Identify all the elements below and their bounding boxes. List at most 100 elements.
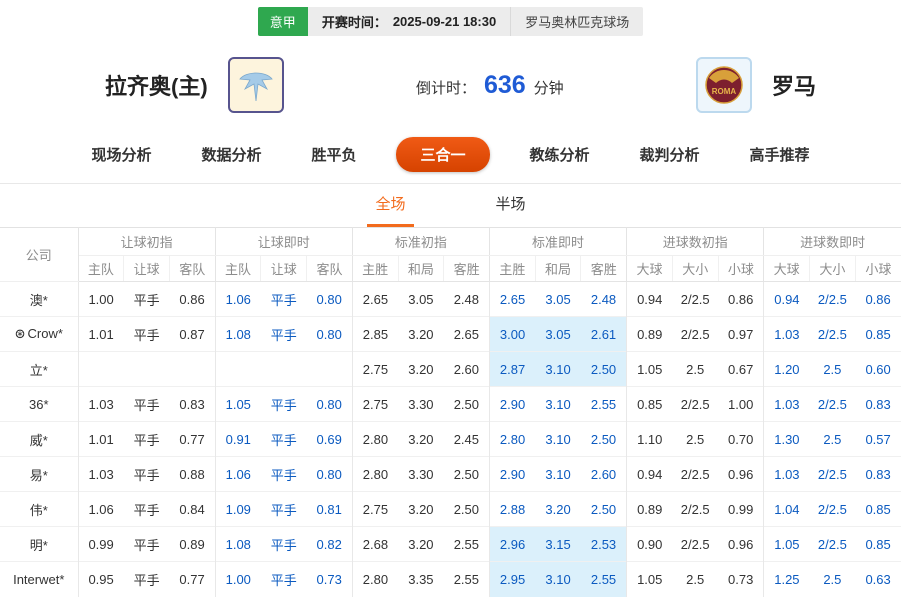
odds-cell[interactable]: 2/2.5 (672, 492, 718, 527)
company-cell[interactable]: 36* (0, 387, 78, 422)
nav-tab-3[interactable]: 三合一 (396, 137, 489, 172)
odds-cell[interactable]: 1.05 (627, 562, 673, 597)
odds-cell[interactable]: 1.03 (764, 317, 810, 352)
odds-cell[interactable]: 1.30 (764, 422, 810, 457)
odds-cell[interactable]: 2.80 (352, 562, 398, 597)
company-cell[interactable]: Interwet* (0, 562, 78, 597)
odds-cell[interactable]: 0.89 (627, 492, 673, 527)
odds-cell[interactable]: 1.25 (764, 562, 810, 597)
odds-cell[interactable]: 2.65 (489, 282, 535, 317)
odds-cell[interactable]: 2/2.5 (672, 387, 718, 422)
odds-cell[interactable]: 2/2.5 (810, 527, 856, 562)
odds-cell[interactable]: 1.08 (215, 317, 261, 352)
odds-cell[interactable]: 0.73 (718, 562, 764, 597)
odds-cell[interactable]: 2.55 (581, 387, 627, 422)
nav-tab-2[interactable]: 胜平负 (301, 138, 366, 171)
odds-cell[interactable]: 0.70 (718, 422, 764, 457)
odds-cell[interactable]: 2.50 (581, 352, 627, 387)
odds-cell[interactable]: 0.77 (169, 562, 215, 597)
odds-cell[interactable]: 平手 (124, 457, 170, 492)
odds-cell[interactable]: 0.57 (855, 422, 901, 457)
odds-cell[interactable]: 2.88 (489, 492, 535, 527)
odds-cell[interactable]: 平手 (124, 422, 170, 457)
odds-cell[interactable]: 3.20 (535, 492, 581, 527)
odds-cell[interactable]: 0.85 (855, 492, 901, 527)
odds-cell[interactable]: 3.10 (535, 562, 581, 597)
odds-cell[interactable]: 2.90 (489, 387, 535, 422)
odds-cell[interactable]: 1.06 (215, 282, 261, 317)
odds-cell[interactable]: 0.83 (169, 387, 215, 422)
odds-cell[interactable]: 1.03 (764, 387, 810, 422)
odds-cell[interactable]: 0.94 (627, 282, 673, 317)
odds-cell[interactable]: 2/2.5 (672, 527, 718, 562)
odds-cell[interactable]: 0.95 (78, 562, 124, 597)
company-cell[interactable]: 明* (0, 527, 78, 562)
odds-cell[interactable]: 0.82 (307, 527, 353, 562)
odds-cell[interactable]: 1.09 (215, 492, 261, 527)
odds-cell[interactable]: 0.99 (718, 492, 764, 527)
odds-cell[interactable]: 3.20 (398, 527, 444, 562)
nav-tab-1[interactable]: 数据分析 (191, 138, 271, 171)
odds-cell[interactable]: 1.06 (78, 492, 124, 527)
odds-cell[interactable]: 2.50 (444, 387, 490, 422)
odds-cell[interactable]: 3.15 (535, 527, 581, 562)
odds-cell[interactable]: 2/2.5 (672, 317, 718, 352)
odds-cell[interactable]: 0.86 (718, 282, 764, 317)
odds-cell[interactable]: 2.50 (444, 457, 490, 492)
odds-cell[interactable]: 2.53 (581, 527, 627, 562)
odds-cell[interactable]: 1.01 (78, 317, 124, 352)
odds-cell[interactable]: 平手 (124, 492, 170, 527)
odds-cell[interactable]: 0.85 (627, 387, 673, 422)
odds-cell[interactable]: 2.55 (444, 527, 490, 562)
odds-cell[interactable]: 平手 (261, 387, 307, 422)
odds-cell[interactable]: 1.20 (764, 352, 810, 387)
odds-cell[interactable]: 2.87 (489, 352, 535, 387)
odds-cell[interactable]: 2.75 (352, 492, 398, 527)
odds-cell[interactable]: 平手 (124, 317, 170, 352)
odds-cell[interactable]: 2.75 (352, 352, 398, 387)
odds-cell[interactable]: 平手 (261, 562, 307, 597)
odds-cell[interactable]: 0.85 (855, 527, 901, 562)
odds-cell[interactable]: 2.65 (352, 282, 398, 317)
odds-cell[interactable]: 0.96 (718, 457, 764, 492)
odds-cell[interactable]: 0.91 (215, 422, 261, 457)
odds-cell[interactable]: 2.50 (444, 492, 490, 527)
odds-cell[interactable]: 0.96 (718, 527, 764, 562)
odds-cell[interactable]: 2.48 (581, 282, 627, 317)
odds-cell[interactable]: 1.03 (78, 387, 124, 422)
odds-cell[interactable]: 3.30 (398, 457, 444, 492)
odds-cell[interactable]: 平手 (261, 492, 307, 527)
odds-cell[interactable]: 0.67 (718, 352, 764, 387)
odds-cell[interactable]: 2.80 (352, 457, 398, 492)
odds-cell[interactable]: 0.90 (627, 527, 673, 562)
odds-cell[interactable]: 2.96 (489, 527, 535, 562)
odds-cell[interactable]: 平手 (124, 387, 170, 422)
odds-cell[interactable]: 0.80 (307, 317, 353, 352)
odds-cell[interactable]: 2/2.5 (810, 317, 856, 352)
odds-cell[interactable]: 0.83 (855, 457, 901, 492)
odds-cell[interactable]: 2/2.5 (810, 282, 856, 317)
odds-cell[interactable]: 2.80 (352, 422, 398, 457)
odds-cell[interactable]: 1.10 (627, 422, 673, 457)
odds-cell[interactable]: 平手 (124, 282, 170, 317)
odds-cell[interactable]: 0.85 (855, 317, 901, 352)
odds-cell[interactable]: 2.55 (444, 562, 490, 597)
odds-cell[interactable]: 1.03 (764, 457, 810, 492)
odds-cell[interactable]: 2/2.5 (810, 387, 856, 422)
odds-cell[interactable]: 平手 (261, 527, 307, 562)
nav-tab-5[interactable]: 裁判分析 (630, 138, 710, 171)
odds-cell[interactable]: 0.89 (627, 317, 673, 352)
odds-cell[interactable]: 2.95 (489, 562, 535, 597)
nav-tab-0[interactable]: 现场分析 (81, 138, 161, 171)
odds-cell[interactable]: 2.5 (672, 422, 718, 457)
odds-cell[interactable]: 2.75 (352, 387, 398, 422)
odds-cell[interactable]: 0.80 (307, 282, 353, 317)
odds-cell[interactable]: 3.05 (398, 282, 444, 317)
odds-cell[interactable]: 3.05 (535, 282, 581, 317)
company-cell[interactable]: 伟* (0, 492, 78, 527)
company-cell[interactable]: 易* (0, 457, 78, 492)
odds-cell[interactable]: 2/2.5 (810, 492, 856, 527)
odds-cell[interactable]: 2.48 (444, 282, 490, 317)
odds-cell[interactable]: 0.94 (764, 282, 810, 317)
odds-cell[interactable]: 1.04 (764, 492, 810, 527)
